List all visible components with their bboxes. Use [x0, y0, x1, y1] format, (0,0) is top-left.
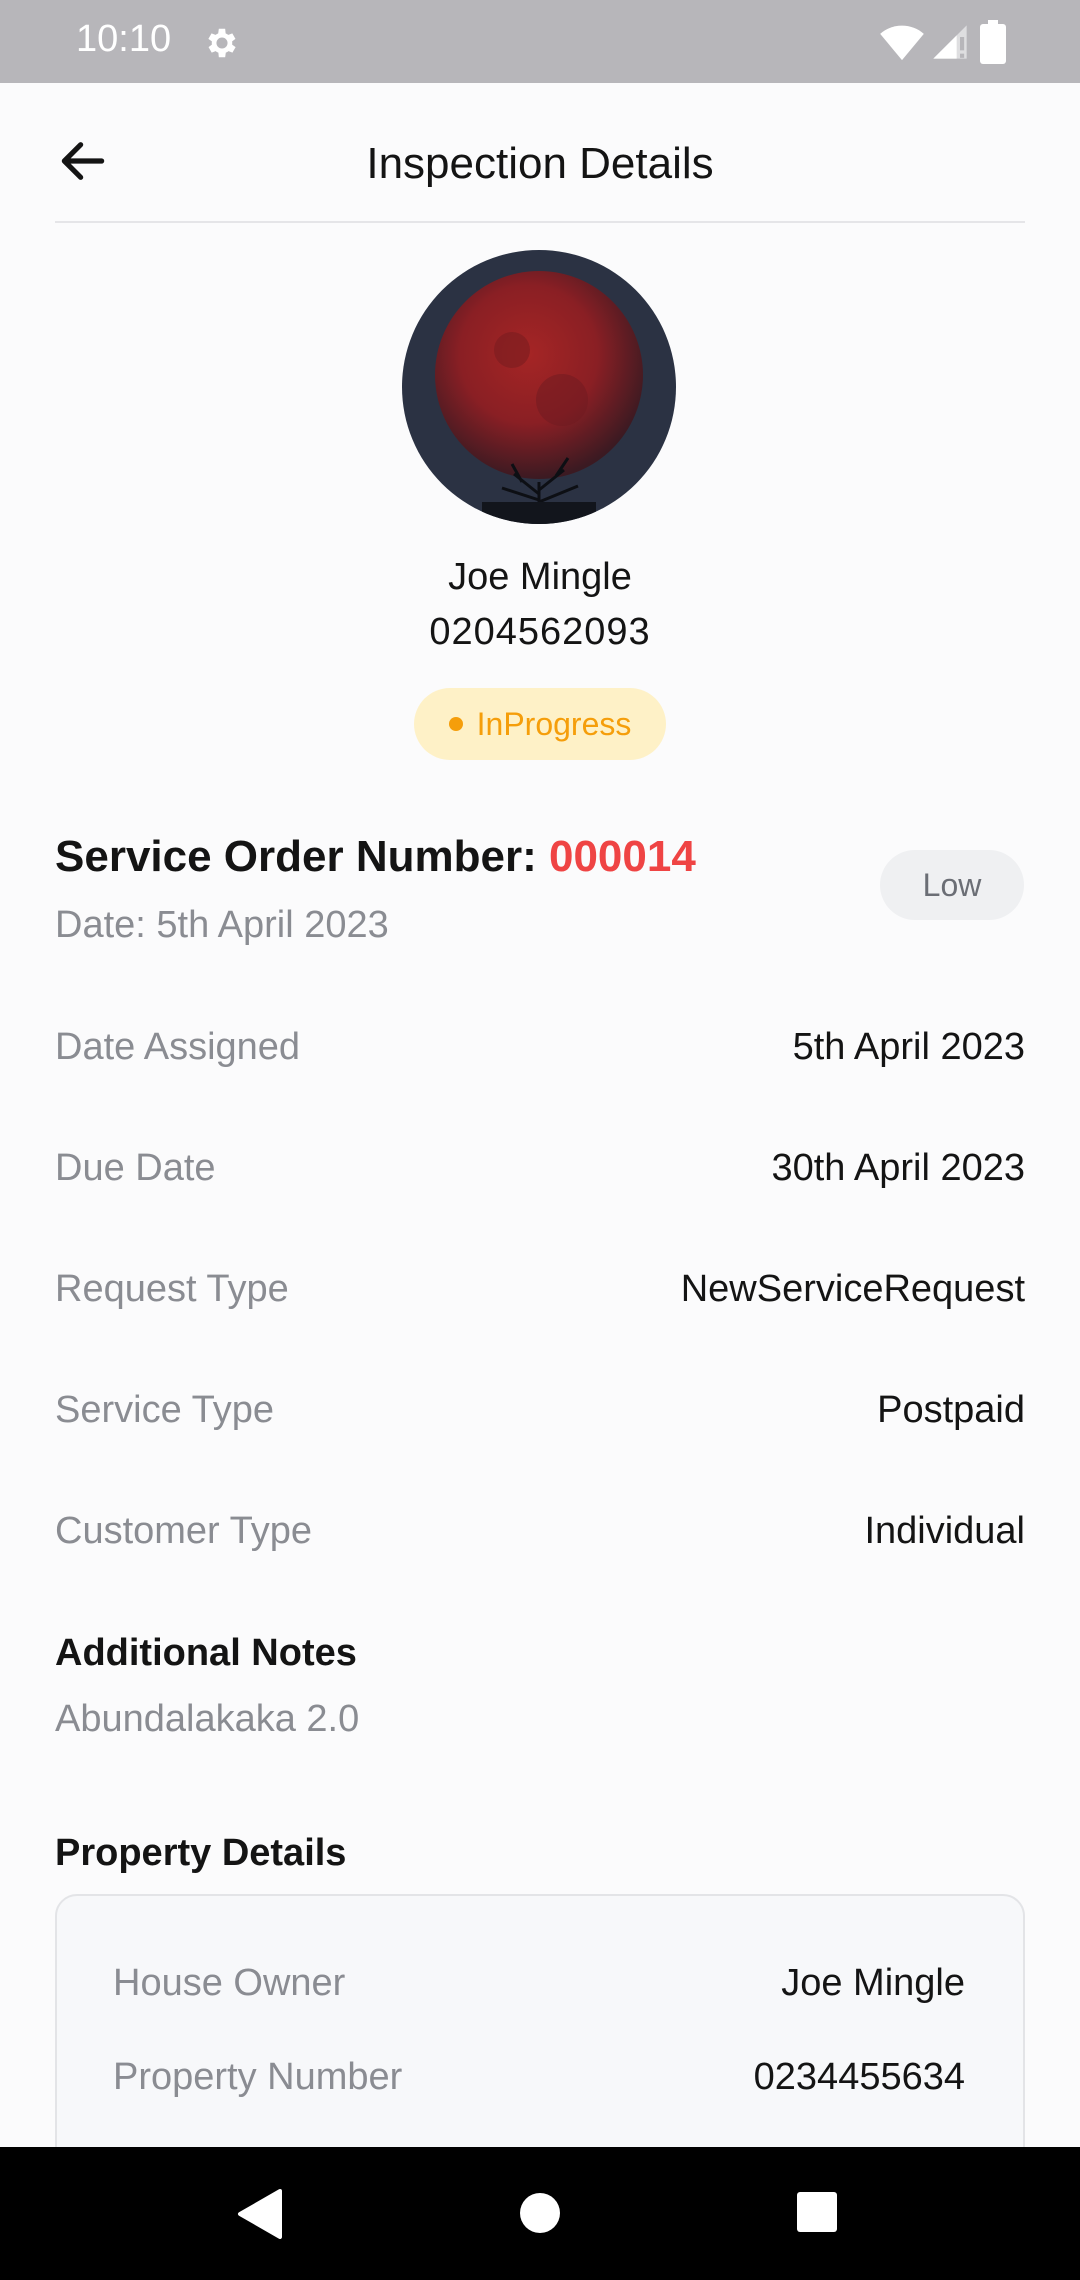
- service-order-heading: Service Order Number: 000014: [55, 832, 696, 882]
- detail-value: Individual: [864, 1510, 1025, 1552]
- detail-row-request-type: Request Type NewServiceRequest: [55, 1268, 1025, 1328]
- detail-value: 5th April 2023: [792, 1026, 1025, 1068]
- avatar[interactable]: [402, 250, 676, 524]
- status-bar: 10:10: [0, 0, 1080, 83]
- detail-value: NewServiceRequest: [680, 1268, 1025, 1310]
- profile-phone: 0204562093: [429, 611, 651, 653]
- property-value: Joe Mingle: [781, 1962, 965, 2004]
- status-badge: InProgress: [414, 688, 666, 760]
- status-time: 10:10: [76, 18, 172, 60]
- battery-icon: [980, 20, 1006, 64]
- detail-row-customer-type: Customer Type Individual: [55, 1510, 1025, 1570]
- status-text: InProgress: [476, 705, 632, 742]
- notes-heading: Additional Notes: [55, 1632, 357, 1674]
- gear-icon: [208, 28, 236, 58]
- service-order-number: 000014: [548, 832, 696, 881]
- signal-icon: [933, 25, 967, 59]
- page-title: Inspection Details: [366, 139, 714, 188]
- header-divider: [55, 221, 1025, 223]
- nav-recents-icon[interactable]: [796, 2191, 838, 2233]
- detail-row-date-assigned: Date Assigned 5th April 2023: [55, 1026, 1025, 1086]
- detail-value: Postpaid: [877, 1389, 1025, 1431]
- priority-badge: Low: [880, 850, 1024, 920]
- detail-label: Request Type: [55, 1268, 289, 1310]
- detail-row-due-date: Due Date 30th April 2023: [55, 1147, 1025, 1207]
- detail-label: Due Date: [55, 1147, 216, 1189]
- profile-name: Joe Mingle: [448, 556, 632, 598]
- property-label: House Owner: [113, 1962, 346, 2004]
- service-order-date: Date: 5th April 2023: [55, 904, 389, 946]
- status-dot-icon: [448, 717, 463, 731]
- detail-label: Date Assigned: [55, 1026, 301, 1068]
- app-header: Inspection Details: [0, 83, 1080, 223]
- property-value: 0234455634: [753, 2056, 965, 2098]
- system-nav-bar: [0, 2147, 1080, 2280]
- property-label: Property Number: [113, 2056, 403, 2098]
- nav-back-icon[interactable]: [236, 2189, 282, 2239]
- detail-label: Service Type: [55, 1389, 274, 1431]
- detail-row-service-type: Service Type Postpaid: [55, 1389, 1025, 1449]
- property-row-property-number: Property Number 0234455634: [113, 2056, 965, 2116]
- detail-value: 30th April 2023: [771, 1147, 1025, 1189]
- property-heading: Property Details: [55, 1832, 347, 1874]
- property-row-house-owner: House Owner Joe Mingle: [113, 1962, 965, 2022]
- service-order-label: Service Order Number:: [55, 832, 537, 881]
- notes-text: Abundalakaka 2.0: [55, 1698, 360, 1740]
- nav-home-icon[interactable]: [518, 2191, 562, 2235]
- wifi-icon: [880, 25, 924, 61]
- detail-label: Customer Type: [55, 1510, 312, 1552]
